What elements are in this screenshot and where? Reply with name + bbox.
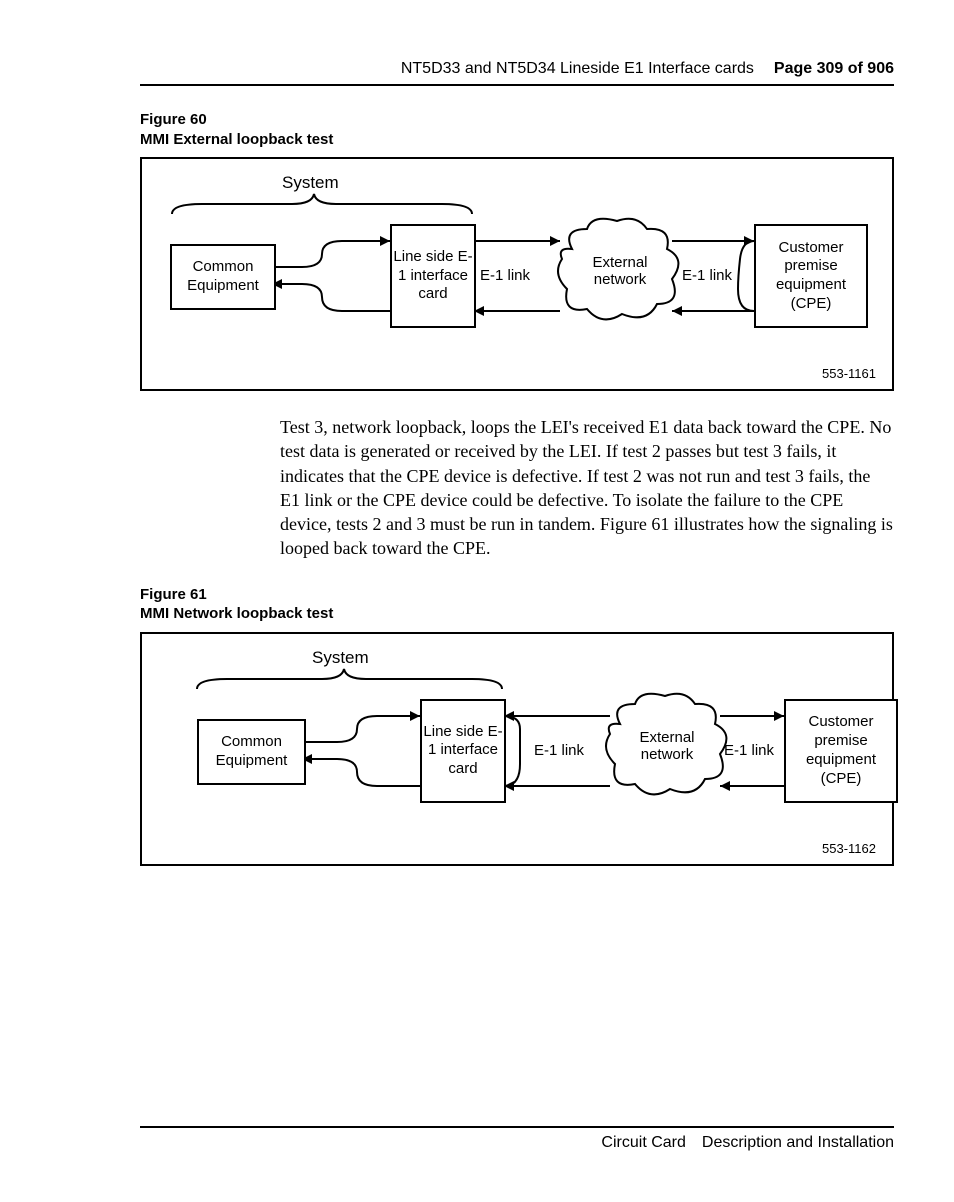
figure60-caption: Figure 60 MMI External loopback test (140, 110, 894, 149)
fig61-e1link1: E-1 link (534, 742, 584, 759)
figure60-title: MMI External loopback test (140, 131, 333, 148)
figure60-number: Figure 60 (140, 111, 207, 128)
figure61-diagram: System Common Equipment Line side (140, 632, 894, 866)
fig60-ref: 553-1161 (822, 366, 876, 381)
page-header: NT5D33 and NT5D34 Lineside E1 Interface … (140, 60, 894, 86)
figure61-title: MMI Network loopback test (140, 605, 333, 622)
figure61-caption: Figure 61 MMI Network loopback test (140, 585, 894, 624)
figure61-number: Figure 61 (140, 586, 207, 603)
fig60-common-equipment: Common Equipment (170, 244, 276, 310)
page: NT5D33 and NT5D34 Lineside E1 Interface … (0, 0, 954, 1202)
fig61-e1link2: E-1 link (724, 742, 774, 759)
fig60-external-network: External network (590, 254, 650, 288)
figure60-diagram: System Common Equipment Line side (140, 157, 894, 391)
fig60-e1link1: E-1 link (480, 267, 530, 284)
header-page: Page 309 of 906 (774, 60, 894, 78)
fig60-cpe: Customer premise equipment (CPE) (754, 224, 868, 328)
fig61-ref: 553-1162 (822, 841, 876, 856)
fig61-line-card: Line side E-1 interface card (420, 699, 506, 803)
fig61-common-equipment: Common Equipment (197, 719, 306, 785)
page-footer: Circuit Card Description and Installatio… (140, 1126, 894, 1152)
fig61-cpe: Customer premise equipment (CPE) (784, 699, 898, 803)
body-paragraph: Test 3, network loopback, loops the LEI'… (280, 415, 894, 561)
fig61-external-network: External network (637, 729, 697, 763)
header-title: NT5D33 and NT5D34 Lineside E1 Interface … (401, 60, 754, 78)
footer-text: Circuit Card Description and Installatio… (140, 1134, 894, 1152)
footer-rule (140, 1126, 894, 1128)
fig60-e1link2: E-1 link (682, 267, 732, 284)
fig60-line-card: Line side E-1 interface card (390, 224, 476, 328)
